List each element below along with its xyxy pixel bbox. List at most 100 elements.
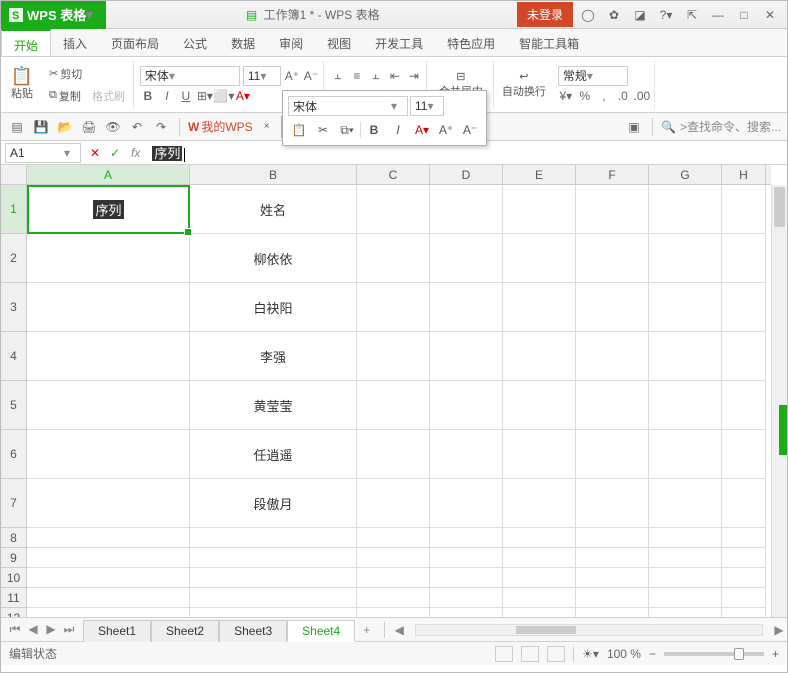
cell-F9[interactable] — [576, 548, 649, 568]
cell-A12[interactable] — [27, 608, 190, 617]
sheet-next-icon[interactable]: ▶ — [43, 622, 59, 637]
fill-color-button[interactable]: ⬜▾ — [216, 88, 232, 104]
cell-C1[interactable] — [357, 185, 430, 234]
cell-B2[interactable]: 柳依依 — [190, 234, 357, 283]
sheet-last-icon[interactable]: ⏭ — [61, 622, 77, 637]
column-header-D[interactable]: D — [430, 165, 503, 184]
cell-A6[interactable] — [27, 430, 190, 479]
cell-C7[interactable] — [357, 479, 430, 528]
mini-subscript-icon[interactable]: A⁻ — [459, 120, 481, 140]
cell-B12[interactable] — [190, 608, 357, 617]
cell-A2[interactable] — [27, 234, 190, 283]
window-icon[interactable]: ▣ — [624, 117, 644, 137]
cell-F2[interactable] — [576, 234, 649, 283]
row-header-11[interactable]: 11 — [1, 588, 26, 608]
cell-H2[interactable] — [722, 234, 766, 283]
paste-button[interactable]: 📋 粘贴 — [5, 67, 39, 103]
column-header-E[interactable]: E — [503, 165, 576, 184]
cell-D11[interactable] — [430, 588, 503, 608]
tab-formula[interactable]: 公式 — [171, 29, 219, 56]
wrap-text-button[interactable]: ↩ 自动换行 — [496, 68, 552, 101]
column-header-B[interactable]: B — [190, 165, 357, 184]
cell-H11[interactable] — [722, 588, 766, 608]
column-header-F[interactable]: F — [576, 165, 649, 184]
cell-D9[interactable] — [430, 548, 503, 568]
cell-C9[interactable] — [357, 548, 430, 568]
decrease-font-icon[interactable]: A⁻ — [303, 68, 319, 84]
cell-D10[interactable] — [430, 568, 503, 588]
cell-F12[interactable] — [576, 608, 649, 617]
cell-F11[interactable] — [576, 588, 649, 608]
login-button[interactable]: 未登录 — [517, 2, 573, 27]
cell-E9[interactable] — [503, 548, 576, 568]
number-format-select[interactable]: 常规▾ — [558, 66, 628, 86]
cell-D12[interactable] — [430, 608, 503, 617]
cell-F7[interactable] — [576, 479, 649, 528]
cell-C5[interactable] — [357, 381, 430, 430]
mini-paste-icon[interactable]: 📋 — [288, 120, 310, 140]
select-all-corner[interactable] — [1, 165, 27, 185]
cell-G2[interactable] — [649, 234, 722, 283]
search-icon[interactable]: 🔍 — [661, 120, 676, 134]
cell-A3[interactable] — [27, 283, 190, 332]
close-wps-icon[interactable]: × — [257, 117, 277, 137]
decimal-increase-icon[interactable]: .0 — [615, 88, 631, 104]
tab-smarttools[interactable]: 智能工具箱 — [507, 29, 591, 56]
format-painter-button[interactable]: 格式刷 — [88, 86, 129, 106]
name-box[interactable]: A1▾ — [5, 143, 81, 163]
cell-F8[interactable] — [576, 528, 649, 548]
row-header-10[interactable]: 10 — [1, 568, 26, 588]
cut-button[interactable]: ✂剪切 — [45, 64, 129, 84]
cell-D6[interactable] — [430, 430, 503, 479]
cell-A1[interactable]: 序列 — [27, 185, 190, 234]
cell-B10[interactable] — [190, 568, 357, 588]
row-header-7[interactable]: 7 — [1, 479, 26, 528]
cell-C6[interactable] — [357, 430, 430, 479]
cell-C2[interactable] — [357, 234, 430, 283]
cell-B5[interactable]: 黄莹莹 — [190, 381, 357, 430]
cell-E1[interactable] — [503, 185, 576, 234]
cell-H8[interactable] — [722, 528, 766, 548]
vertical-scrollbar[interactable] — [771, 185, 787, 617]
sheet-tab-sheet1[interactable]: Sheet1 — [83, 620, 151, 642]
cell-B1[interactable]: 姓名 — [190, 185, 357, 234]
increase-font-icon[interactable]: A⁺ — [284, 68, 300, 84]
cell-B7[interactable]: 段傲月 — [190, 479, 357, 528]
view-reading-icon[interactable] — [547, 646, 565, 662]
cell-H12[interactable] — [722, 608, 766, 617]
cell-B6[interactable]: 任逍遥 — [190, 430, 357, 479]
cell-B9[interactable] — [190, 548, 357, 568]
scroll-thumb[interactable] — [774, 187, 785, 227]
side-panel-handle[interactable] — [779, 405, 787, 455]
tab-devtools[interactable]: 开发工具 — [363, 29, 435, 56]
tab-special[interactable]: 特色应用 — [435, 29, 507, 56]
column-header-G[interactable]: G — [649, 165, 722, 184]
cancel-edit-icon[interactable]: ✕ — [85, 143, 105, 163]
view-pagebreak-icon[interactable] — [521, 646, 539, 662]
help-icon[interactable]: ?▾ — [655, 5, 677, 25]
cell-F6[interactable] — [576, 430, 649, 479]
sheet-first-icon[interactable]: ⏮ — [7, 622, 23, 637]
sheet-tab-sheet3[interactable]: Sheet3 — [219, 620, 287, 642]
cell-H4[interactable] — [722, 332, 766, 381]
cell-G9[interactable] — [649, 548, 722, 568]
cell-D7[interactable] — [430, 479, 503, 528]
cell-E12[interactable] — [503, 608, 576, 617]
align-bottom-icon[interactable]: ⫠ — [368, 68, 384, 84]
cell-B4[interactable]: 李强 — [190, 332, 357, 381]
save-icon[interactable]: 💾 — [31, 117, 51, 137]
cell-D4[interactable] — [430, 332, 503, 381]
view-normal-icon[interactable] — [495, 646, 513, 662]
mini-superscript-icon[interactable]: A⁺ — [435, 120, 457, 140]
cell-E5[interactable] — [503, 381, 576, 430]
row-header-2[interactable]: 2 — [1, 234, 26, 283]
horizontal-scrollbar[interactable] — [415, 624, 763, 636]
cell-H10[interactable] — [722, 568, 766, 588]
row-header-5[interactable]: 5 — [1, 381, 26, 430]
zoom-in-button[interactable]: + — [772, 647, 779, 661]
zoom-slider[interactable] — [664, 652, 764, 656]
cell-B11[interactable] — [190, 588, 357, 608]
hscroll-left-icon[interactable]: ◀ — [391, 623, 407, 637]
mini-fontcolor-icon[interactable]: A▾ — [411, 120, 433, 140]
cloud-icon[interactable]: ◯ — [577, 5, 599, 25]
